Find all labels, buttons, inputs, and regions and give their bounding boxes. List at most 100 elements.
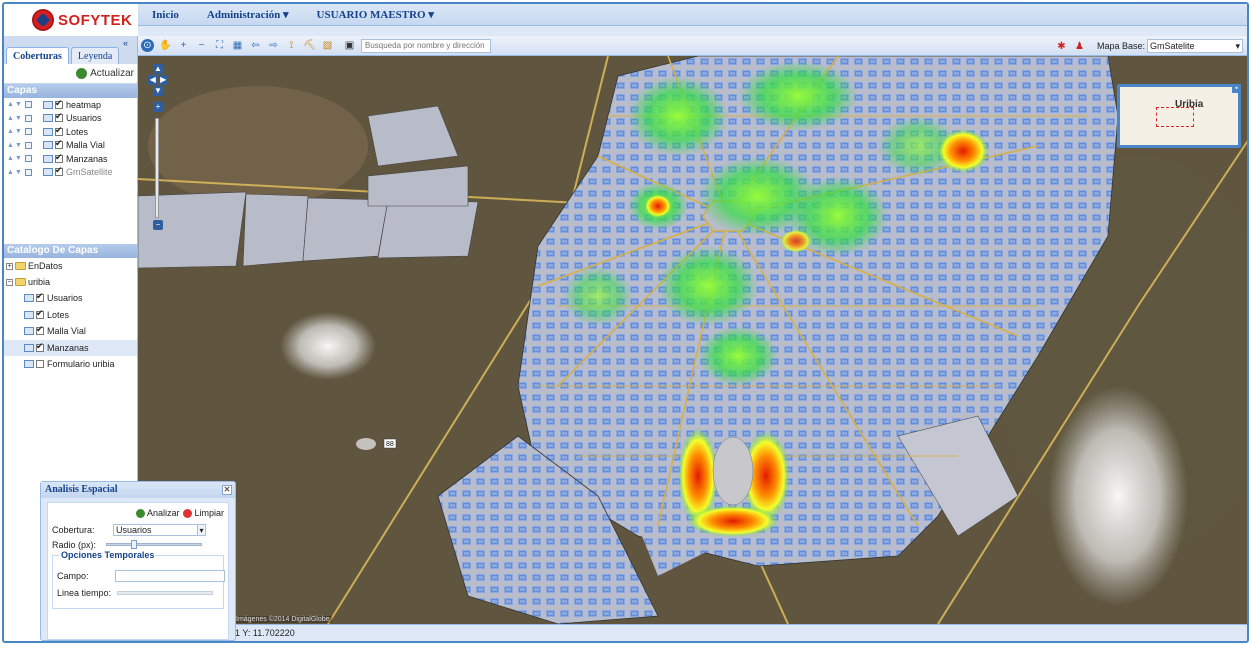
search-input[interactable] [361,38,491,53]
overview-map[interactable]: Uribia ▪ [1117,84,1241,148]
user-location-icon[interactable]: ♟ [1073,40,1086,53]
layer-row[interactable]: ▲▼ Manzanas [4,152,137,166]
overview-toggle-icon[interactable]: ▪ [1232,84,1241,93]
identify-icon[interactable]: ⛏ [303,39,316,52]
tree-item[interactable]: Formulario uribia [4,356,137,373]
layer-row[interactable]: ▲▼ heatmap [4,98,137,112]
tree-item[interactable]: Malla Vial [4,323,137,340]
tree-folder[interactable]: − uribia [4,274,137,290]
layer-row[interactable]: ▲▼ Lotes [4,125,137,139]
options-icon[interactable] [25,128,32,136]
move-down-icon[interactable]: ▼ [15,101,23,108]
coverage-select[interactable]: Usuarios [113,524,205,536]
move-down-icon[interactable]: ▼ [15,115,23,122]
zoom-in-tool-icon[interactable]: + [177,39,190,52]
measure-icon[interactable]: ⟟ [285,39,298,52]
move-up-icon[interactable]: ▲ [7,128,15,135]
move-up-icon[interactable]: ▲ [7,115,15,122]
tree-checkbox[interactable] [36,341,44,352]
collapse-panel-icon[interactable]: « [123,39,134,48]
tree-checkbox[interactable] [36,360,44,369]
zoom-out-tool-icon[interactable]: − [195,39,208,52]
move-up-icon[interactable]: ▲ [7,155,15,162]
tree-item[interactable]: Usuarios [4,290,137,307]
full-extent-icon[interactable]: ⊙ [141,39,154,52]
coverage-label: Cobertura: [52,525,95,535]
move-down-icon[interactable]: ▼ [15,155,23,162]
layer-checkbox[interactable] [55,165,63,177]
tab-coberturas[interactable]: Coberturas [6,47,69,64]
options-icon[interactable] [25,101,32,109]
pan-icon[interactable]: ✋ [159,39,172,52]
expand-icon[interactable]: + [6,262,13,270]
layer-checkbox[interactable] [55,152,63,163]
zoom-slider[interactable] [155,118,159,218]
zoom-layer-icon[interactable]: ▦ [231,39,244,52]
move-up-icon[interactable]: ▲ [7,101,15,108]
move-up-icon[interactable]: ▲ [7,169,15,176]
timeline-slider[interactable] [117,591,213,595]
layer-checkbox[interactable] [55,111,63,123]
basemap-select[interactable]: GmSatelite [1147,39,1243,53]
move-down-icon[interactable]: ▼ [15,169,23,176]
overview-extent[interactable] [1156,107,1194,127]
layer-row[interactable]: ▲▼ Malla Vial [4,138,137,153]
pan-south-icon[interactable]: ▼ [153,86,163,96]
move-up-icon[interactable]: ▲ [7,142,15,149]
layers-icon[interactable]: ✱ [1055,40,1068,53]
layer-checkbox[interactable] [55,138,63,150]
back-icon[interactable]: ⇦ [249,39,262,52]
tab-leyenda[interactable]: Leyenda [70,47,120,64]
tree-item[interactable]: Lotes [4,307,137,324]
layer-row[interactable]: ▲▼ Usuarios [4,111,137,126]
forward-icon[interactable]: ⇨ [267,39,280,52]
zoom-box-icon[interactable]: ⛶ [213,39,226,52]
main-menu: Inicio Administración ▾ USUARIO MAESTRO … [138,4,1247,26]
pan-east-icon[interactable]: ▶ [158,75,168,85]
refresh-button[interactable]: Actualizar [4,64,137,84]
layer-checkbox[interactable] [55,125,63,136]
pan-north-icon[interactable]: ▲ [153,64,163,74]
pan-west-icon[interactable]: ◀ [148,75,158,85]
analysis-title-bar[interactable]: Analisis Espacial ✕ [41,482,235,498]
collapse-icon[interactable]: − [6,278,13,286]
zoom-in-icon[interactable]: + [153,102,163,112]
binoculars-icon: ▣ [344,40,355,51]
tree-label: Formulario uribia [47,359,115,370]
radius-slider-thumb[interactable] [131,540,137,549]
tree-checkbox[interactable] [36,308,44,319]
chevron-down-icon[interactable]: ▾ [197,524,206,536]
layer-icon [43,168,53,177]
options-icon[interactable] [25,114,32,122]
menu-usuario-maestro[interactable]: USUARIO MAESTRO ▾ [303,8,448,21]
clear-button[interactable]: Limpiar [179,508,224,518]
tree-checkbox[interactable] [36,324,44,336]
map-canvas[interactable]: 88 ▲ ◀ ▶ ▼ + − Uribia ▪ Imágenes ©2014 D… [138,56,1247,624]
close-icon[interactable]: ✕ [222,485,232,495]
zoom-out-icon[interactable]: − [153,220,163,230]
layer-row[interactable]: ▲▼ GmSatellite [4,165,137,180]
analyze-button[interactable]: Analizar [135,508,179,518]
layer-label: Lotes [66,126,89,137]
menu-inicio[interactable]: Inicio [138,9,193,21]
brand-logo: SOFYTEK [4,4,138,36]
layers-spacer [4,200,137,244]
layer-icon [24,310,34,319]
chart-icon[interactable]: ▨ [321,39,334,52]
tree-folder[interactable]: + EnDatos [4,258,137,274]
radius-slider[interactable] [106,540,202,549]
field-input[interactable] [115,570,225,582]
layer-icon [43,141,53,150]
status-bar: 31 Y: 11.702220 [138,624,1247,641]
options-icon[interactable] [25,168,32,176]
options-icon[interactable] [25,155,32,163]
tree-item[interactable]: Manzanas [4,339,137,356]
refresh-label: Actualizar [90,68,134,79]
layer-checkbox[interactable] [55,98,63,109]
move-down-icon[interactable]: ▼ [15,128,23,135]
menu-administracion[interactable]: Administración ▾ [193,8,303,21]
folder-label: uribia [28,277,51,287]
tree-checkbox[interactable] [36,291,44,303]
options-icon[interactable] [25,141,32,149]
move-down-icon[interactable]: ▼ [15,142,23,149]
